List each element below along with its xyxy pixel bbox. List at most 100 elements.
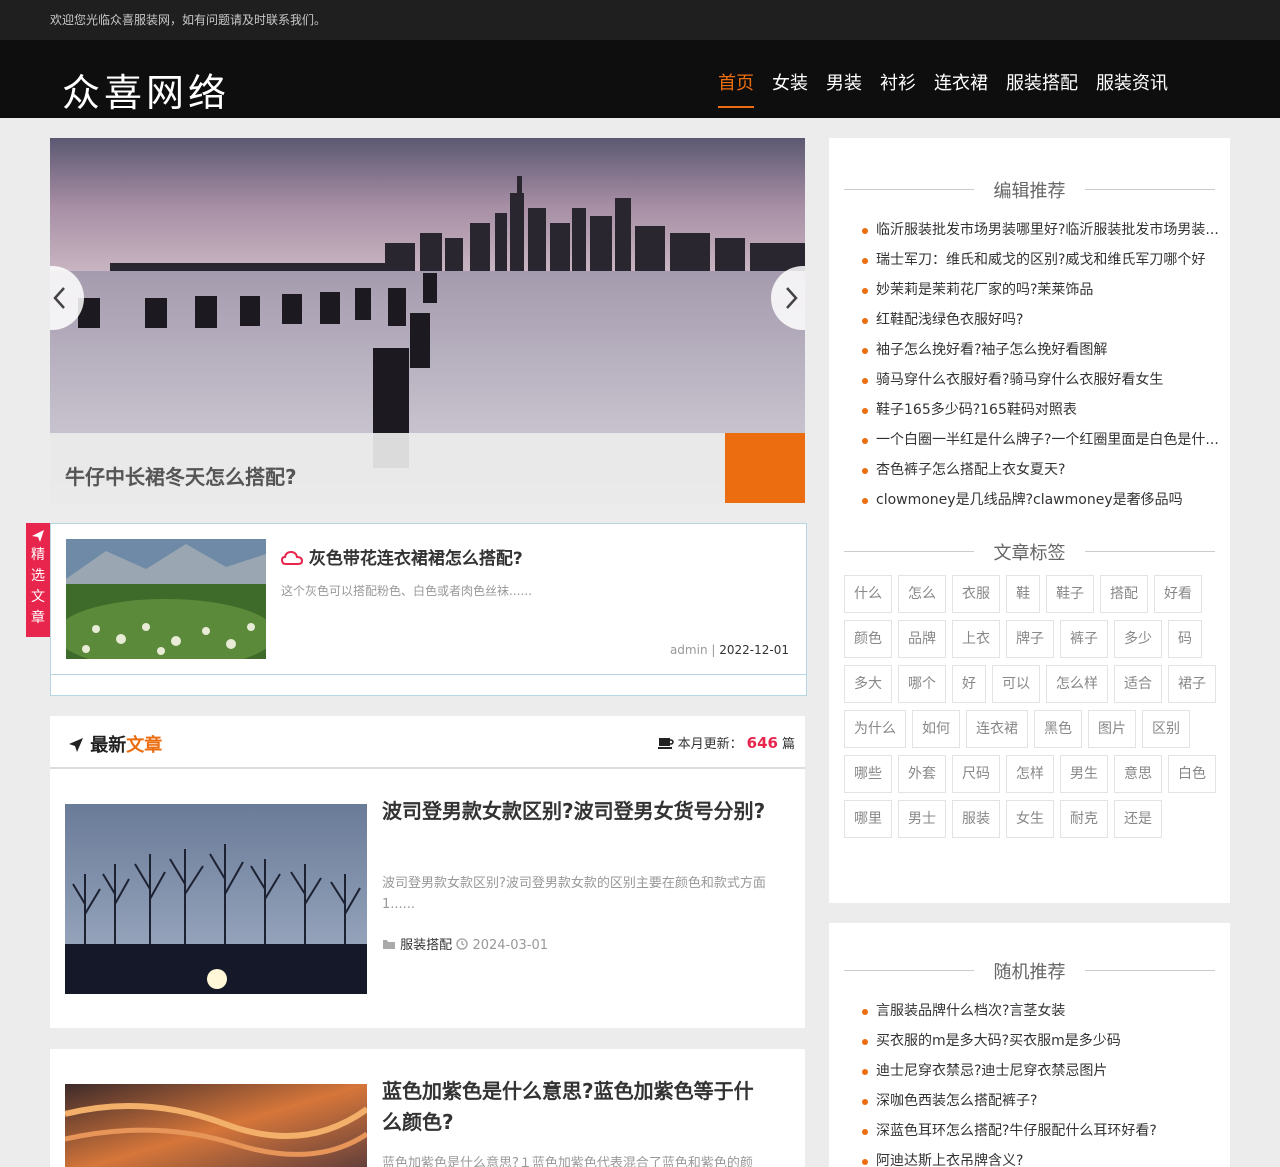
latest-articles-header: 最新文章 本月更新： 646 篇	[50, 716, 805, 769]
featured-meta: admin | 2022-12-01	[669, 643, 789, 657]
tag-item[interactable]: 适合	[1114, 665, 1162, 703]
tag-item[interactable]: 为什么	[844, 710, 906, 748]
tag-item[interactable]: 怎么	[898, 575, 946, 613]
tag-item[interactable]: 黑色	[1034, 710, 1082, 748]
chevron-right-icon	[786, 287, 798, 309]
tags-title: 文章标签	[844, 539, 1215, 565]
tag-item[interactable]: 怎么样	[1046, 665, 1108, 703]
monthly-update-count: 646	[746, 734, 778, 752]
tag-item[interactable]: 女生	[1006, 800, 1054, 838]
editor-pick-item[interactable]: 红鞋配浅绿色衣服好吗?	[862, 305, 1222, 335]
tag-item[interactable]: 多少	[1114, 620, 1162, 658]
editor-pick-item[interactable]: 骑马穿什么衣服好看?骑马穿什么衣服好看女生	[862, 365, 1222, 395]
featured-author: admin	[669, 643, 708, 657]
tag-item[interactable]: 哪个	[898, 665, 946, 703]
post-thumbnail[interactable]	[65, 1084, 367, 1167]
tag-item[interactable]: 男生	[1060, 755, 1108, 793]
sidebar-widget-random: 随机推荐 言服装品牌什么档次?言茎女装 买衣服的m是多大码?买衣服m是多少码 迪…	[829, 923, 1230, 1167]
random-pick-item[interactable]: 迪士尼穿衣禁忌?迪士尼穿衣禁忌图片	[862, 1056, 1222, 1086]
nav-mens[interactable]: 男装	[826, 70, 862, 108]
main-nav: 首页 女装 男装 衬衫 连衣裙 服装搭配 服装资讯	[718, 70, 1168, 108]
random-pick-item[interactable]: 深蓝色耳环怎么搭配?牛仔服配什么耳环好看?	[862, 1116, 1222, 1146]
featured-title-text[interactable]: 灰色带花连衣裙裙怎么搭配?	[309, 549, 523, 569]
tag-item[interactable]: 外套	[898, 755, 946, 793]
tag-item[interactable]: 鞋	[1006, 575, 1040, 613]
tag-item[interactable]: 好	[952, 665, 986, 703]
tag-item[interactable]: 什么	[844, 575, 892, 613]
featured-thumbnail[interactable]	[66, 539, 266, 659]
location-arrow-icon	[69, 738, 83, 752]
post-thumbnail[interactable]	[65, 804, 367, 994]
tag-item[interactable]: 搭配	[1100, 575, 1148, 613]
nav-womens[interactable]: 女装	[772, 70, 808, 108]
hero-slider[interactable]: 牛仔中长裙冬天怎么搭配?	[50, 138, 805, 503]
featured-desc: 这个灰色可以搭配粉色、白色或者肉色丝袜......	[281, 584, 532, 598]
nav-dresses[interactable]: 连衣裙	[934, 70, 988, 108]
post-card: 波司登男款女款区别?波司登男女货号分别? 波司登男款女款区别?波司登男款女款的区…	[50, 769, 805, 1028]
featured-label-char: 选	[31, 568, 45, 584]
post-category[interactable]: 服装搭配	[400, 938, 452, 953]
nav-shirts[interactable]: 衬衫	[880, 70, 916, 108]
tag-item[interactable]: 还是	[1114, 800, 1162, 838]
clock-icon	[456, 938, 469, 950]
tag-item[interactable]: 衣服	[952, 575, 1000, 613]
editor-pick-item[interactable]: 袖子怎么挽好看?袖子怎么挽好看图解	[862, 335, 1222, 365]
tag-item[interactable]: 怎样	[1006, 755, 1054, 793]
tag-item[interactable]: 多大	[844, 665, 892, 703]
post-title[interactable]: 波司登男款女款区别?波司登男女货号分别?	[382, 796, 772, 827]
tag-item[interactable]: 上衣	[952, 620, 1000, 658]
post-title[interactable]: 蓝色加紫色是什么意思?蓝色加紫色等于什么颜色?	[382, 1076, 772, 1138]
editor-pick-item[interactable]: 杏色裤子怎么搭配上衣女夏天?	[862, 455, 1222, 485]
slide-caption[interactable]: 牛仔中长裙冬天怎么搭配?	[50, 433, 725, 503]
featured-label-char: 章	[31, 610, 45, 626]
site-logo[interactable]: 众喜网络	[62, 68, 230, 118]
random-picks-title: 随机推荐	[844, 958, 1215, 984]
editor-picks-list: 临沂服装批发市场男装哪里好?临沂服装批发市场男装... 瑞士军刀：维氏和威戈的区…	[862, 215, 1222, 515]
tag-item[interactable]: 耐克	[1060, 800, 1108, 838]
latest-title: 最新文章	[68, 731, 162, 757]
tag-item[interactable]: 颜色	[844, 620, 892, 658]
tag-item[interactable]: 裙子	[1168, 665, 1216, 703]
tag-item[interactable]: 哪些	[844, 755, 892, 793]
editor-pick-item[interactable]: clowmoney是几线品牌?clawmoney是奢侈品吗	[862, 485, 1222, 515]
featured-label: 精 选 文 章	[26, 523, 50, 637]
editor-pick-item[interactable]: 鞋子165多少码?165鞋码对照表	[862, 395, 1222, 425]
tag-item[interactable]: 图片	[1088, 710, 1136, 748]
tag-item[interactable]: 区别	[1142, 710, 1190, 748]
editor-pick-item[interactable]: 妙茉莉是茉莉花厂家的吗?茉莱饰品	[862, 275, 1222, 305]
featured-title[interactable]: 灰色带花连衣裙裙怎么搭配?	[280, 544, 523, 569]
editor-pick-item[interactable]: 临沂服装批发市场男装哪里好?临沂服装批发市场男装...	[862, 215, 1222, 245]
tag-item[interactable]: 好看	[1154, 575, 1202, 613]
tag-item[interactable]: 白色	[1168, 755, 1216, 793]
slide-caption-text[interactable]: 牛仔中长裙冬天怎么搭配?	[65, 461, 297, 490]
post-desc: 波司登男款女款区别?波司登男款女款的区别主要在颜色和款式方面1......	[382, 876, 766, 912]
tag-item[interactable]: 裤子	[1060, 620, 1108, 658]
tag-item[interactable]: 意思	[1114, 755, 1162, 793]
monthly-update-unit: 篇	[781, 737, 795, 752]
monthly-update-label: 本月更新：	[677, 737, 743, 752]
tag-item[interactable]: 码	[1168, 620, 1202, 658]
featured-article: 灰色带花连衣裙裙怎么搭配? 这个灰色可以搭配粉色、白色或者肉色丝袜...... …	[50, 523, 807, 696]
tag-item[interactable]: 品牌	[898, 620, 946, 658]
nav-news[interactable]: 服装资讯	[1096, 70, 1168, 108]
random-pick-item[interactable]: 深咖色西装怎么搭配裤子?	[862, 1086, 1222, 1116]
tag-item[interactable]: 连衣裙	[966, 710, 1028, 748]
nav-outfits[interactable]: 服装搭配	[1006, 70, 1078, 108]
tag-item[interactable]: 服装	[952, 800, 1000, 838]
post-card: 蓝色加紫色是什么意思?蓝色加紫色等于什么颜色? 蓝色加紫色是什么意思?１蓝色加紫…	[50, 1049, 805, 1167]
tag-item[interactable]: 男士	[898, 800, 946, 838]
editor-pick-item[interactable]: 瑞士军刀：维氏和威戈的区别?威戈和维氏军刀哪个好	[862, 245, 1222, 275]
tag-item[interactable]: 鞋子	[1046, 575, 1094, 613]
post-date: 2024-03-01	[472, 938, 548, 953]
tag-item[interactable]: 牌子	[1006, 620, 1054, 658]
random-pick-item[interactable]: 言服装品牌什么档次?言茎女装	[862, 996, 1222, 1026]
nav-home[interactable]: 首页	[718, 70, 754, 108]
tag-item[interactable]: 尺码	[952, 755, 1000, 793]
tag-item[interactable]: 哪里	[844, 800, 892, 838]
tag-item[interactable]: 可以	[992, 665, 1040, 703]
editor-pick-item[interactable]: 一个白圈一半红是什么牌子?一个红圈里面是白色是什...	[862, 425, 1222, 455]
random-pick-item[interactable]: 阿迪达斯上衣吊牌含义?	[862, 1146, 1222, 1167]
random-pick-item[interactable]: 买衣服的m是多大码?买衣服m是多少码	[862, 1026, 1222, 1056]
tag-item[interactable]: 如何	[912, 710, 960, 748]
post-desc: 蓝色加紫色是什么意思?１蓝色加紫色代表混合了蓝色和紫色的颜	[382, 1156, 753, 1167]
